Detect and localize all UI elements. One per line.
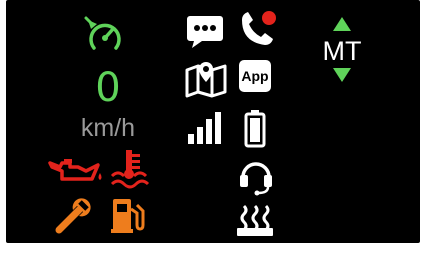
gear-label: MT — [322, 36, 362, 66]
rear-defrost-icon — [237, 204, 273, 236]
gear-down-arrow-icon — [333, 68, 351, 82]
speed-unit: km/h — [80, 114, 136, 142]
fuel-icon — [111, 199, 145, 233]
map-icon — [185, 62, 227, 98]
message-icon — [187, 16, 223, 48]
oil-pressure-warning-icon — [48, 159, 102, 181]
speed-value: 0 — [95, 65, 121, 111]
battery-icon — [244, 110, 266, 148]
gear-up-arrow-icon — [333, 17, 351, 31]
app-button[interactable]: App — [239, 60, 271, 92]
service-wrench-icon — [55, 198, 91, 234]
coolant-temperature-warning-icon — [110, 150, 150, 189]
signal-strength-icon — [188, 112, 221, 144]
instrument-display: 0 km/h App MT — [6, 0, 420, 243]
cruise-control-icon — [84, 16, 121, 50]
headset-icon — [240, 162, 272, 196]
phone-call-icon — [242, 11, 276, 45]
